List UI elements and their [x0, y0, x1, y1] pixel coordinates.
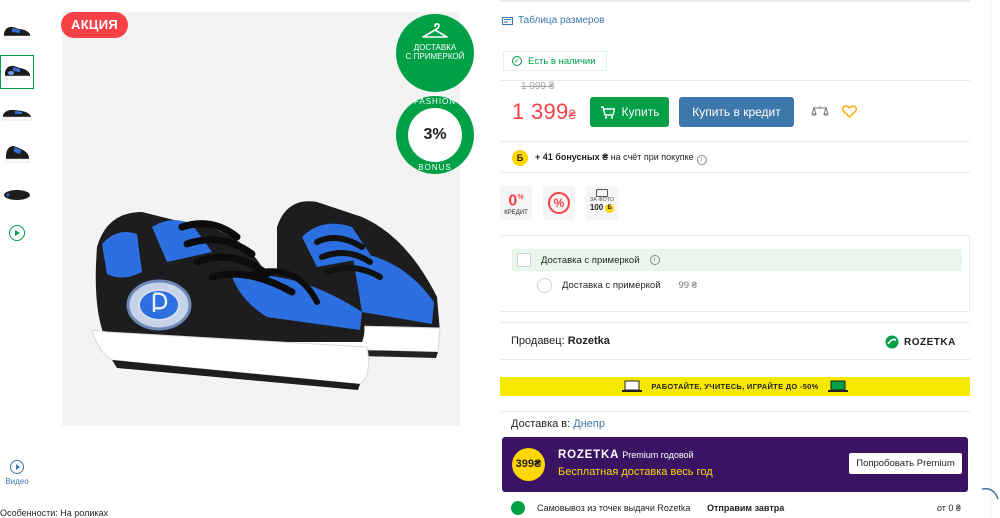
bonus-coin-icon: Б	[512, 150, 528, 166]
check-icon: ✓	[512, 56, 522, 66]
top-divider	[500, 0, 970, 2]
delivery-option-try-on[interactable]: Доставка с примеркой i	[512, 249, 962, 271]
pickup-ship-time: Отправим завтра	[707, 503, 785, 513]
seller-name: Rozetka	[567, 335, 610, 347]
shipping-destination: Доставка в: Днепр	[511, 418, 605, 430]
zero-credit-promo[interactable]: 0% КРЕДИТ	[500, 186, 532, 220]
features-text: Особенности: На роликах	[0, 508, 108, 518]
thumbnail-1[interactable]	[0, 14, 34, 48]
info-icon[interactable]: i	[649, 255, 660, 265]
premium-subtitle: Бесплатная доставка весь год	[558, 466, 713, 478]
credit-label: Купить в кредит	[692, 105, 781, 119]
size-table-link[interactable]: Таблица размеров	[502, 15, 604, 26]
percent-icon: %	[548, 192, 570, 214]
sale-badge: АКЦИЯ	[61, 12, 129, 38]
buy-label: Купить	[621, 105, 660, 119]
fashion-bonus-badge: FASHION 3% BONUS	[396, 96, 474, 174]
heart-icon[interactable]	[842, 105, 857, 118]
compare-icon[interactable]	[811, 105, 829, 119]
premium-price-coin: 399₴	[512, 448, 545, 481]
product-main-image[interactable]	[62, 12, 460, 426]
try-on-badge-line2: С ПРИМЕРКОЙ	[405, 52, 465, 61]
bonus-percent: 3%	[408, 108, 462, 162]
info-icon[interactable]: i	[696, 155, 707, 165]
premium-title: ROZETKA Premium годовой	[558, 449, 694, 461]
size-table-icon	[502, 16, 513, 25]
buy-button[interactable]: Купить	[590, 97, 669, 127]
thumbnail-5[interactable]	[0, 178, 34, 212]
city-link[interactable]: Днепр	[573, 418, 605, 430]
rozetka-logo-icon	[885, 335, 899, 349]
premium-banner: 399₴ ROZETKA Premium годовой Бесплатная д…	[502, 437, 968, 492]
zero-credit-label: КРЕДИТ	[504, 210, 528, 217]
chat-widget-icon[interactable]	[980, 485, 1000, 518]
price-currency: ₴	[568, 107, 577, 122]
pickup-icon	[511, 501, 525, 515]
delivery-options-box	[500, 235, 970, 312]
rozetka-logo[interactable]: ROZETKA	[885, 335, 956, 349]
bonus-amount: + 41 бонусных ₴	[535, 152, 609, 162]
promo-icons: 0% КРЕДИТ % ЗА ФОТО 100 Б	[500, 186, 618, 220]
thumbnail-4[interactable]	[0, 137, 34, 171]
try-on-badge-line1: ДОСТАВКА	[413, 43, 457, 52]
zero-credit-value: 0%	[508, 192, 524, 210]
bonus-suffix: на счёт при покупке	[608, 152, 694, 162]
laptop-icon	[827, 380, 848, 392]
bonus-text: + 41 бонусных ₴ на счёт при покупке i	[535, 152, 707, 165]
page-right-edge	[990, 0, 1000, 518]
delivery-option-try-on-paid[interactable]: Доставка с примеркой 99 ₴	[537, 278, 697, 293]
thumbnail-video-play-icon[interactable]	[9, 225, 25, 241]
cart-icon	[600, 105, 615, 119]
fashion-label: FASHION	[413, 97, 457, 106]
delivery-option2-price: 99 ₴	[678, 280, 698, 291]
price-value: 1 399	[512, 99, 569, 124]
delivery-radio[interactable]	[537, 278, 552, 293]
stock-label: Есть в наличии	[528, 55, 596, 67]
try-on-delivery-badge: ДОСТАВКА С ПРИМЕРКОЙ	[396, 14, 474, 92]
size-table-label: Таблица размеров	[518, 15, 605, 26]
delivery-option1-label: Доставка с примеркой	[541, 254, 640, 266]
shoe-illustration	[91, 201, 441, 390]
banner-text: РАБОТАЙТЕ, УЧИТЕСЬ, ИГРАЙТЕ ДО -50%	[651, 382, 819, 391]
delivery-option2-label: Доставка с примеркой	[562, 280, 661, 291]
discount-promo[interactable]: %	[543, 186, 575, 220]
video-label: Видео	[5, 477, 29, 486]
pickup-cost: от 0 ₴	[937, 503, 961, 513]
promo-banner[interactable]: РАБОТАЙТЕ, УЧИТЕСЬ, ИГРАЙТЕ ДО -50%	[500, 377, 970, 396]
buy-on-credit-button[interactable]: Купить в кредит	[679, 97, 794, 127]
in-stock-status: ✓ Есть в наличии	[503, 51, 607, 71]
pickup-label: Самовывоз из точек выдачи Rozetka	[537, 503, 691, 513]
photo-bonus-value: 100 Б	[586, 203, 618, 213]
try-premium-button[interactable]: Попробовать Premium	[849, 453, 962, 474]
bonus-info-row: Б + 41 бонусных ₴ на счёт при покупке i	[500, 141, 970, 173]
delivery-checkbox[interactable]	[517, 253, 531, 267]
thumbnail-list	[0, 14, 36, 219]
photo-bonus-promo[interactable]: ЗА ФОТО 100 Б	[586, 186, 618, 220]
seller-row: Продавец: Rozetka ROZETKA	[500, 322, 970, 360]
hanger-icon	[422, 23, 448, 38]
thumbnail-2[interactable]	[0, 55, 34, 89]
thumbnail-3[interactable]	[0, 96, 34, 130]
bonus-label: BONUS	[418, 163, 452, 172]
seller-label: Продавец: Rozetka	[511, 335, 610, 347]
bonus-coin-icon: Б	[605, 203, 615, 213]
old-price: 1 999 ₴	[521, 81, 555, 92]
pickup-row[interactable]: Самовывоз из точек выдачи Rozetka Отправ…	[511, 501, 971, 515]
device-icon	[622, 380, 643, 392]
video-button[interactable]: Видео	[2, 460, 32, 486]
camera-icon	[596, 189, 608, 197]
current-price: 1 399₴	[512, 99, 576, 125]
play-icon	[10, 460, 24, 474]
